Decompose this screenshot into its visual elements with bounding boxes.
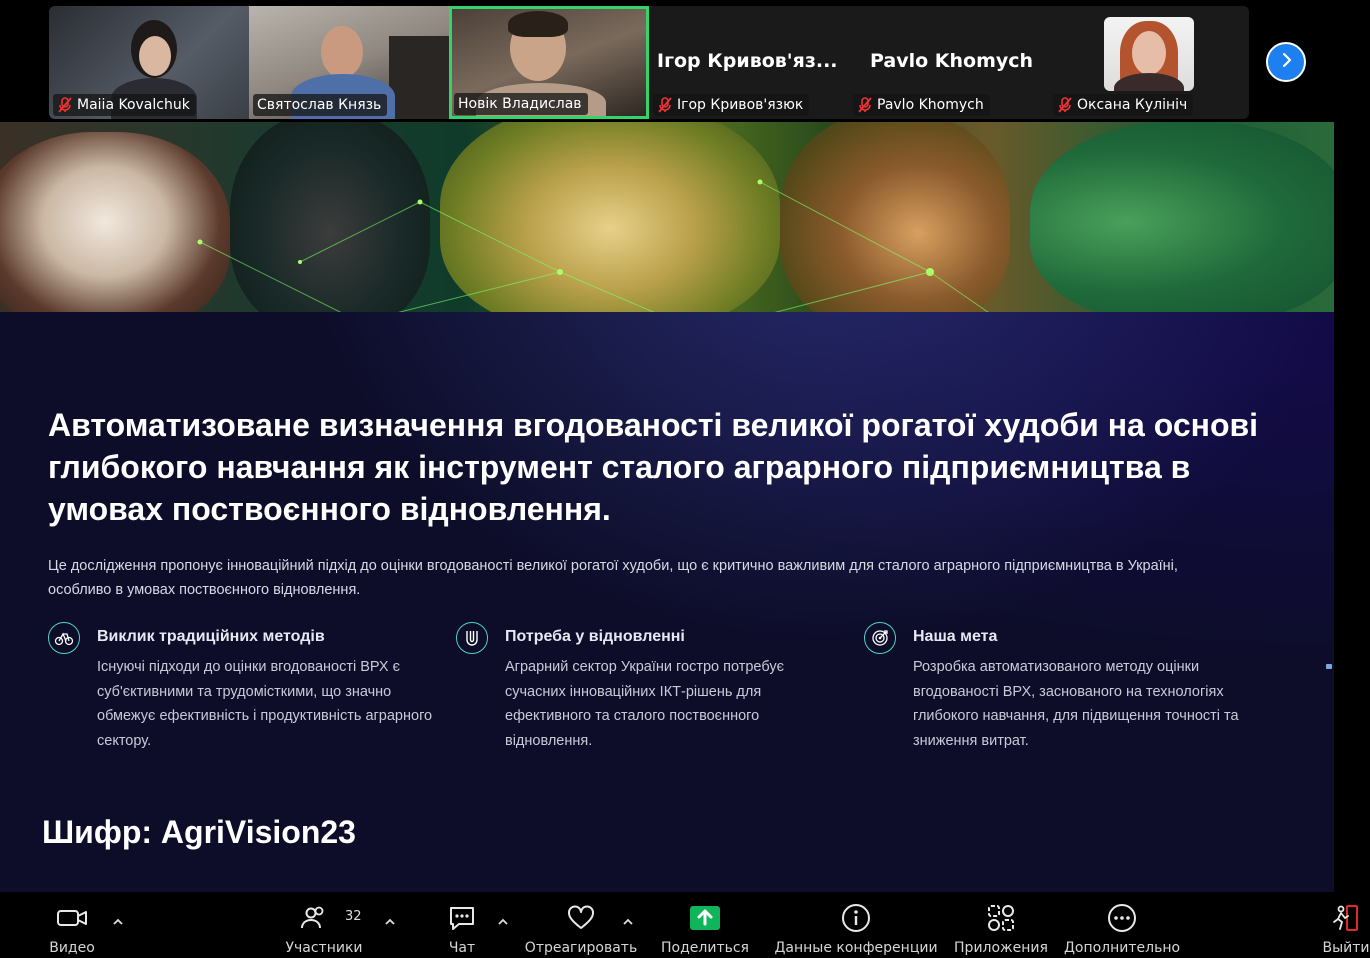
participant-tile-oksana[interactable]: Оксана Кулініч bbox=[1049, 6, 1249, 119]
participant-name: Святослав Князь bbox=[257, 97, 382, 113]
video-camera-icon bbox=[56, 898, 88, 938]
meeting-info-label: Данные конференции bbox=[774, 940, 938, 956]
magnet-icon bbox=[456, 622, 488, 654]
more-label: Дополнительно bbox=[1063, 940, 1181, 956]
react-options-caret[interactable] bbox=[622, 912, 634, 925]
card-title: Наша мета bbox=[913, 628, 998, 645]
share-screen-button[interactable]: Поделиться bbox=[660, 892, 750, 958]
participant-name: Ігор Кривов'язюк bbox=[677, 97, 804, 113]
participant-display-name: Pavlo Khomych bbox=[870, 50, 1034, 72]
target-icon bbox=[864, 622, 896, 654]
card-text: Існуючі підходи до оцінки вгодованості В… bbox=[97, 659, 433, 749]
participant-tile-pavlo[interactable]: Pavlo Khomych Pavlo Khomych bbox=[849, 6, 1049, 119]
slide-title: Автоматизоване визначення вгодованості в… bbox=[48, 407, 1259, 527]
apps-button[interactable]: Приложения bbox=[954, 892, 1048, 958]
meeting-toolbar: Видео Участники 32 Чат Отреагировать Под… bbox=[0, 892, 1370, 958]
participants-count: 32 bbox=[345, 909, 362, 924]
card-title: Потреба у відновленні bbox=[505, 628, 685, 645]
participant-name: Новік Владислав bbox=[458, 96, 582, 112]
slide-intro-text: Це дослідження пропонує інноваційний під… bbox=[48, 558, 1178, 598]
bookshelf-background bbox=[389, 36, 449, 119]
participants-icon bbox=[300, 898, 328, 938]
react-label: Отреагировать bbox=[524, 940, 638, 956]
participant-video-face bbox=[139, 36, 171, 76]
video-button[interactable]: Видео bbox=[42, 892, 102, 958]
participant-name: Оксана Кулініч bbox=[1077, 97, 1188, 113]
participant-tile-sviatoslav[interactable]: Святослав Князь bbox=[249, 6, 449, 119]
chat-button[interactable]: Чат bbox=[437, 892, 487, 958]
participant-name-label: Новік Владислав bbox=[454, 93, 588, 115]
participant-name-label: Maiia Kovalchuk bbox=[53, 94, 196, 116]
participants-label: Участники bbox=[285, 940, 363, 956]
apps-icon bbox=[986, 898, 1016, 938]
participant-name: Pavlo Khomych bbox=[877, 97, 984, 113]
cattle-banner-image bbox=[0, 122, 1334, 312]
participant-display-name: Ігор Кривов'яз... bbox=[657, 50, 838, 72]
meeting-info-button[interactable]: Данные конференции bbox=[774, 892, 938, 958]
remote-pointer bbox=[1326, 664, 1332, 669]
more-icon bbox=[1107, 898, 1137, 938]
leave-icon bbox=[1331, 898, 1361, 938]
react-button[interactable]: Отреагировать bbox=[524, 892, 638, 958]
apps-label: Приложения bbox=[954, 940, 1048, 956]
muted-mic-icon bbox=[57, 97, 73, 113]
chat-options-caret[interactable] bbox=[497, 912, 509, 925]
avatar bbox=[1104, 17, 1194, 91]
card-text: Аграрний сектор України гостро потребує … bbox=[505, 659, 784, 749]
participant-name-label: Pavlo Khomych bbox=[853, 94, 990, 116]
neural-network-overlay bbox=[197, 179, 989, 312]
heart-icon bbox=[566, 898, 596, 938]
next-page-button[interactable] bbox=[1266, 42, 1306, 82]
leave-label: Выйти bbox=[1322, 940, 1370, 956]
chat-icon bbox=[447, 898, 477, 938]
card-title: Виклик традиційних методів bbox=[97, 628, 325, 645]
participant-video-hair bbox=[508, 11, 568, 37]
chat-label: Чат bbox=[448, 940, 476, 956]
muted-mic-icon bbox=[1057, 97, 1073, 113]
participant-tile-novik[interactable]: Новік Владислав bbox=[449, 6, 649, 119]
leave-button[interactable]: Выйти bbox=[1322, 892, 1370, 958]
video-options-caret[interactable] bbox=[112, 912, 124, 925]
participant-name-label: Святослав Князь bbox=[253, 94, 388, 116]
participant-name-label: Ігор Кривов'язюк bbox=[653, 94, 810, 116]
bicycle-icon bbox=[48, 622, 80, 654]
participant-name-label: Оксана Кулініч bbox=[1053, 94, 1194, 116]
participants-options-caret[interactable] bbox=[384, 912, 396, 925]
muted-mic-icon bbox=[657, 97, 673, 113]
muted-mic-icon bbox=[857, 97, 873, 113]
card-text: Розробка автоматизованого методу оцінки … bbox=[913, 659, 1239, 749]
more-button[interactable]: Дополнительно bbox=[1064, 892, 1180, 958]
participant-video-face bbox=[321, 26, 363, 78]
chevron-right-icon bbox=[1278, 52, 1294, 72]
cipher-text: Шифр: AgriVision23 bbox=[42, 814, 356, 850]
video-label: Видео bbox=[49, 940, 95, 956]
share-screen-icon bbox=[689, 898, 721, 938]
participant-tile-maiia[interactable]: Maiia Kovalchuk bbox=[49, 6, 249, 119]
participants-strip: Maiia Kovalchuk Святослав Князь Новік Вл… bbox=[49, 6, 1249, 119]
participant-name: Maiia Kovalchuk bbox=[77, 97, 190, 113]
info-icon bbox=[841, 898, 871, 938]
share-label: Поделиться bbox=[661, 940, 749, 956]
participants-button[interactable]: Участники bbox=[284, 892, 364, 958]
participant-tile-ihor[interactable]: Ігор Кривов'яз... Ігор Кривов'язюк bbox=[649, 6, 849, 119]
shared-screen: Автоматизоване визначення вгодованості в… bbox=[0, 122, 1334, 892]
